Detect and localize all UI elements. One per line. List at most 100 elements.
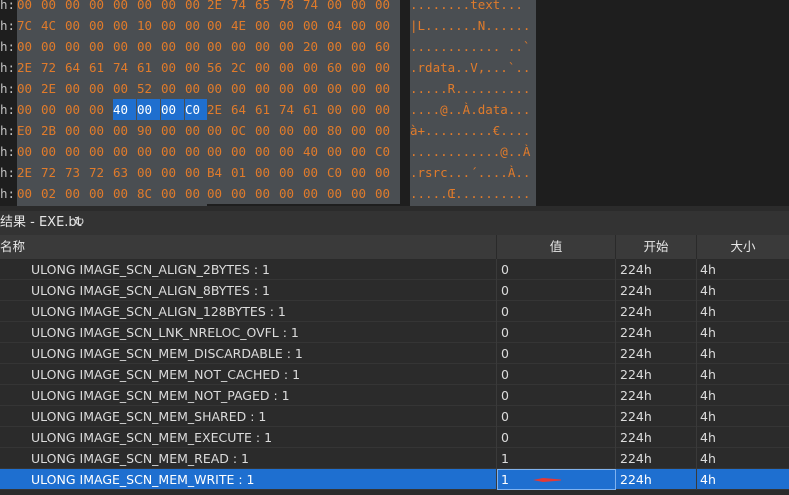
hex-byte[interactable]: 00 (255, 183, 278, 204)
cell-name[interactable]: ULONG IMAGE_SCN_MEM_DISCARDABLE : 1 (0, 343, 497, 364)
hex-byte[interactable]: 00 (17, 78, 40, 99)
hex-row-ascii[interactable]: à+.........€.... (410, 120, 536, 141)
cell-name[interactable]: ULONG IMAGE_SCN_ALIGN_8BYTES : 1 (0, 280, 497, 301)
hex-byte[interactable]: 00 (89, 141, 112, 162)
hex-byte[interactable]: 00 (255, 36, 278, 57)
cell-start[interactable]: 224h (616, 469, 697, 490)
column-header-value[interactable]: 值 (497, 235, 616, 259)
hex-byte[interactable]: 00 (65, 141, 88, 162)
hex-byte[interactable]: 00 (17, 0, 40, 15)
cell-size[interactable]: 4h (697, 448, 789, 469)
hex-row[interactable]: h: 00 00 00 00 00 00 00 00 00 00 00 00 20 00 00 60......… (0, 36, 789, 57)
hex-byte[interactable]: 00 (89, 0, 112, 15)
hex-byte[interactable]: 00 (351, 120, 374, 141)
hex-byte[interactable]: 00 (113, 141, 136, 162)
hex-byte[interactable]: 00 (185, 141, 208, 162)
cell-start[interactable]: 224h (616, 427, 697, 448)
hex-byte[interactable]: 00 (161, 141, 184, 162)
hex-byte[interactable]: 00 (375, 15, 398, 36)
hex-byte[interactable]: 00 (161, 15, 184, 36)
hex-byte[interactable]: 00 (113, 120, 136, 141)
hex-byte[interactable]: 00 (161, 0, 184, 15)
hex-byte[interactable]: 00 (207, 15, 230, 36)
hex-byte[interactable]: 10 (137, 15, 160, 36)
hex-byte[interactable]: 00 (161, 183, 184, 204)
hex-byte[interactable]: 01 (231, 162, 254, 183)
hex-byte[interactable]: 61 (89, 57, 112, 78)
hex-byte[interactable]: 64 (231, 99, 254, 120)
hex-byte[interactable]: 4C (41, 15, 64, 36)
hex-row-ascii[interactable]: ....@..À.data... (410, 99, 536, 120)
hex-byte[interactable]: 00 (65, 36, 88, 57)
cell-name[interactable]: ULONG IMAGE_SCN_LNK_NRELOC_OVFL : 1 (0, 322, 497, 343)
hex-byte[interactable]: 0C (231, 120, 254, 141)
hex-byte[interactable]: 00 (41, 36, 64, 57)
cell-name[interactable]: ULONG IMAGE_SCN_MEM_EXECUTE : 1 (0, 427, 497, 448)
hex-byte[interactable]: 56 (207, 57, 230, 78)
hex-byte[interactable]: 72 (41, 57, 64, 78)
hex-byte[interactable]: 78 (279, 0, 302, 15)
hex-row-ascii[interactable]: .....Œ.......... (410, 183, 536, 204)
hex-row-ascii[interactable]: ....@..@........ (410, 204, 536, 206)
hex-byte[interactable]: 00 (89, 183, 112, 204)
hex-byte[interactable]: 00 (255, 204, 278, 206)
hex-byte[interactable]: 00 (231, 78, 254, 99)
hex-byte[interactable]: 00 (327, 78, 350, 99)
hex-byte[interactable]: 00 (279, 78, 302, 99)
hex-byte[interactable]: 00 (41, 204, 64, 206)
hex-byte[interactable]: 00 (65, 204, 88, 206)
hex-byte[interactable]: 74 (279, 99, 302, 120)
hex-byte[interactable]: 04 (327, 15, 350, 36)
hex-byte[interactable]: 00 (185, 78, 208, 99)
hex-byte[interactable]: 52 (137, 78, 160, 99)
hex-editor-view[interactable]: h: 00 00 00 00 00 00 00 00 2E 74 65 78 74 00 00 00......… (0, 0, 789, 206)
hex-byte[interactable]: 00 (207, 183, 230, 204)
hex-byte[interactable]: 00 (351, 99, 374, 120)
hex-byte[interactable]: 00 (279, 141, 302, 162)
cell-start[interactable]: 224h (616, 259, 697, 280)
hex-byte[interactable]: 00 (231, 204, 254, 206)
hex-byte[interactable]: 00 (279, 162, 302, 183)
hex-byte[interactable]: 00 (137, 0, 160, 15)
cell-start[interactable]: 224h (616, 385, 697, 406)
hex-byte[interactable]: 2E (17, 162, 40, 183)
hex-byte[interactable]: 00 (113, 78, 136, 99)
hex-byte[interactable]: 2E (207, 0, 230, 15)
hex-byte[interactable]: 00 (351, 0, 374, 15)
hex-byte[interactable]: 40 (185, 204, 208, 206)
hex-byte[interactable]: 00 (351, 141, 374, 162)
hex-row[interactable]: h: 00 00 00 00 00 00 00 00 00 00 00 00 40 00 00 C0......… (0, 141, 789, 162)
hex-byte[interactable]: 00 (279, 183, 302, 204)
hex-byte[interactable]: C0 (327, 162, 350, 183)
hex-byte[interactable]: 80 (327, 120, 350, 141)
hex-byte[interactable]: 61 (303, 99, 326, 120)
hex-row[interactable]: h: 7C 4C 00 00 00 10 00 00 00 4E 00 00 00 04 00 00 |L....… (0, 15, 789, 36)
hex-byte[interactable]: 00 (161, 36, 184, 57)
hex-byte[interactable]: 00 (231, 36, 254, 57)
hex-byte[interactable]: 00 (65, 120, 88, 141)
cell-name[interactable]: ULONG IMAGE_SCN_MEM_SHARED : 1 (0, 406, 497, 427)
hex-byte[interactable]: 60 (327, 57, 350, 78)
hex-byte[interactable]: 00 (17, 99, 40, 120)
hex-byte[interactable]: 00 (303, 162, 326, 183)
hex-byte[interactable]: 00 (279, 57, 302, 78)
cell-value[interactable]: 0 (497, 280, 616, 301)
hex-byte[interactable]: 00 (207, 204, 230, 206)
hex-byte[interactable]: 65 (255, 0, 278, 15)
hex-byte[interactable]: 00 (351, 162, 374, 183)
hex-byte[interactable]: 00 (161, 57, 184, 78)
hex-byte[interactable]: 00 (137, 36, 160, 57)
hex-byte[interactable]: 2E (41, 78, 64, 99)
hex-byte[interactable]: 00 (303, 57, 326, 78)
hex-row[interactable]: h: E0 2B 00 00 00 90 00 00 00 0C 00 00 00 80 00 00 à+....… (0, 120, 789, 141)
column-header-size[interactable]: 大小 (697, 235, 789, 259)
hex-row-ascii[interactable]: .rsrc...´....À.. (410, 162, 536, 183)
hex-byte[interactable]: 90 (137, 120, 160, 141)
hex-byte[interactable]: 00 (89, 78, 112, 99)
hex-byte[interactable]: 61 (137, 57, 160, 78)
hex-row[interactable]: h: 00 02 00 00 00 8C 00 00 00 00 00 00 00 00 00 00 .....Œ… (0, 183, 789, 204)
hex-byte[interactable]: 00 (351, 15, 374, 36)
cell-size[interactable]: 4h (697, 301, 789, 322)
table-row[interactable]: ULONG IMAGE_SCN_MEM_WRITE : 1 1 224h 4h (0, 469, 789, 490)
hex-byte[interactable]: 00 (185, 120, 208, 141)
